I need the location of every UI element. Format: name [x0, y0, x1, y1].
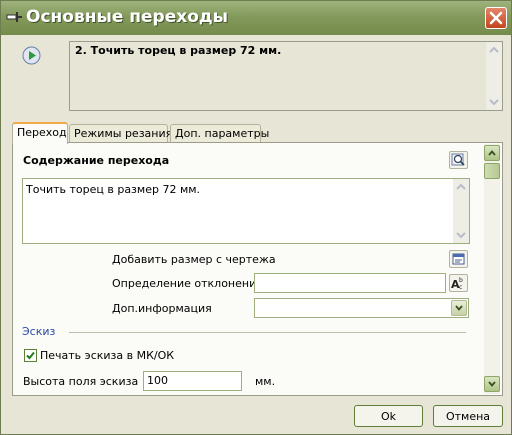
pin-icon	[6, 12, 22, 22]
tab-panel: Содержание перехода Точить торец в разме…	[12, 142, 503, 396]
chevron-down-icon	[455, 305, 463, 311]
sketch-divider	[69, 332, 466, 333]
svg-text:c: c	[459, 284, 462, 291]
svg-text:b: b	[459, 277, 463, 284]
find-button[interactable]	[449, 151, 468, 169]
panel-scroll-down[interactable]	[484, 376, 500, 392]
tab-rezhimy-rezaniya[interactable]: Режимы резания	[69, 124, 172, 143]
scroll-down-icon[interactable]	[486, 94, 502, 110]
sketch-height-field[interactable]: 100	[143, 371, 242, 391]
deviation-field[interactable]	[254, 273, 446, 293]
print-sketch-label: Печать эскиза в МК/ОК	[40, 349, 175, 362]
sketch-height-value: 100	[147, 374, 168, 387]
window-title: Основные переходы	[26, 7, 228, 27]
panel-scrollbar[interactable]	[484, 144, 500, 394]
dialog-window: Основные переходы 2. Точить торец в разм…	[0, 0, 512, 435]
add-size-label: Добавить размер с чертежа	[112, 253, 276, 266]
close-icon	[489, 11, 503, 25]
spell-check-button[interactable]: A b c	[449, 274, 468, 292]
panel-scroll-up[interactable]	[484, 145, 500, 161]
scroll-up-icon[interactable]	[453, 179, 469, 195]
scroll-up-icon	[488, 150, 496, 156]
add-size-icon	[452, 253, 465, 265]
section-title: Содержание перехода	[23, 154, 170, 167]
step-text: 2. Точить торец в размер 72 мм.	[75, 44, 282, 57]
sketch-title: Эскиз	[22, 325, 56, 338]
play-icon[interactable]	[22, 46, 41, 65]
step-display: 2. Точить торец в размер 72 мм.	[69, 41, 503, 111]
tab-perehod[interactable]: Переход	[12, 122, 68, 144]
title-bar[interactable]: Основные переходы	[1, 1, 511, 35]
checkmark-icon	[26, 351, 35, 360]
print-sketch-checkbox[interactable]	[24, 349, 37, 362]
panel-scroll-thumb[interactable]	[484, 163, 500, 179]
add-size-button[interactable]	[449, 250, 468, 268]
tab-dop-parametry[interactable]: Доп. параметры	[170, 124, 269, 143]
extra-info-label: Доп.информация	[112, 302, 212, 315]
close-button[interactable]	[485, 7, 507, 29]
scroll-down-icon[interactable]	[453, 227, 469, 243]
spell-check-icon: A b c	[451, 277, 463, 291]
sketch-height-label: Высота поля эскиза	[23, 375, 139, 388]
sketch-height-unit: мм.	[255, 375, 276, 388]
scroll-up-icon[interactable]	[486, 42, 502, 58]
deviation-label: Определение отклонений	[112, 277, 264, 290]
find-icon	[451, 153, 465, 166]
content-scrollbar[interactable]	[453, 179, 469, 243]
scroll-down-icon	[488, 381, 496, 387]
step-scrollbar[interactable]	[486, 42, 502, 110]
content-textarea[interactable]: Точить торец в размер 72 мм.	[22, 178, 470, 244]
cancel-button[interactable]: Отмена	[433, 405, 503, 427]
extra-info-dropdown[interactable]	[451, 300, 467, 316]
extra-info-combo[interactable]	[254, 298, 469, 318]
ok-button[interactable]: Ok	[354, 405, 423, 427]
